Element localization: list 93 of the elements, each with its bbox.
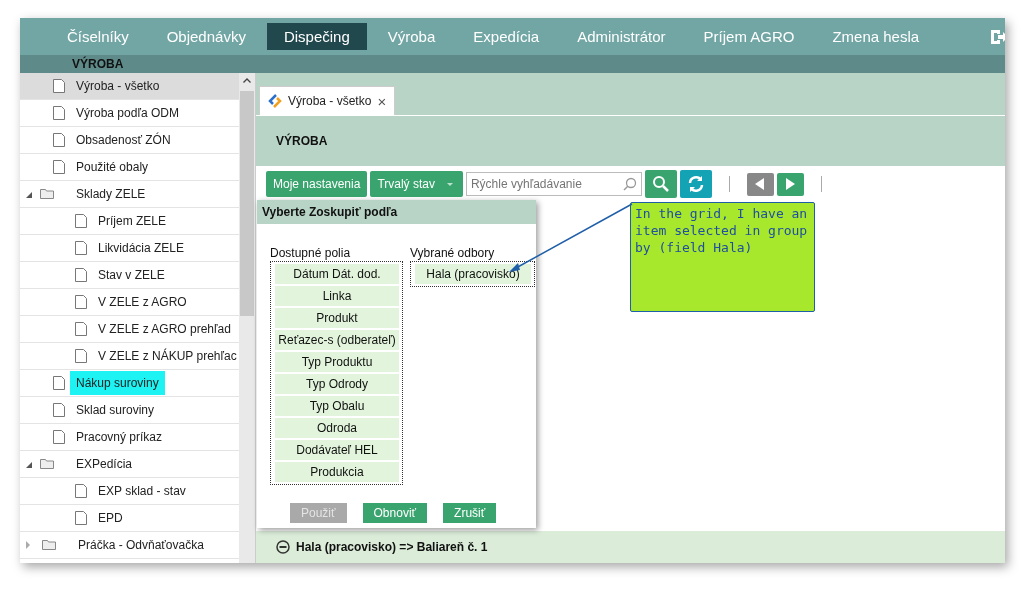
tree-item[interactable]: Pracovný príkaz bbox=[20, 424, 239, 451]
tree-item[interactable]: EXPedícia bbox=[20, 451, 239, 478]
field-item[interactable]: Typ Produktu bbox=[275, 352, 399, 372]
right-triangle-icon bbox=[785, 178, 796, 190]
field-item[interactable]: Dodávateľ HEL bbox=[275, 440, 399, 460]
field-item[interactable]: Dátum Dát. dod. bbox=[275, 264, 399, 284]
document-icon bbox=[75, 295, 87, 309]
tree-label: EXP sklad - stav bbox=[97, 483, 187, 500]
field-item[interactable]: Hala (pracovisko) bbox=[415, 264, 531, 284]
tree-item[interactable]: Sklad suroviny bbox=[20, 397, 239, 424]
group-row[interactable]: Hala (pracovisko) => Baliareň č. 1 bbox=[256, 531, 1005, 563]
folder-icon bbox=[40, 189, 54, 199]
tree-item[interactable]: EXP sklad - stav bbox=[20, 478, 239, 505]
expand-arrow-icon[interactable] bbox=[26, 192, 32, 198]
tree-item[interactable]: Výroba - všetko bbox=[20, 73, 239, 100]
magnifier-icon bbox=[651, 175, 670, 193]
tree-label: Výroba - všetko bbox=[75, 78, 161, 95]
search-field[interactable]: Rýchle vyhľadávanie bbox=[465, 172, 642, 196]
document-icon bbox=[75, 349, 87, 363]
folder-icon bbox=[42, 540, 56, 550]
column-label: Dostupné polia bbox=[270, 246, 352, 260]
field-item[interactable]: Produkt bbox=[275, 308, 399, 328]
refresh-button[interactable] bbox=[679, 170, 712, 198]
folder-icon bbox=[40, 459, 54, 469]
field-item[interactable]: Odroda bbox=[275, 418, 399, 438]
column-label: Vybrané odbory bbox=[410, 246, 496, 260]
field-item[interactable]: Reťazec-s (odberateľ) bbox=[275, 330, 399, 350]
document-icon bbox=[75, 511, 87, 525]
document-icon bbox=[53, 376, 65, 390]
tree-item[interactable]: Výroba podľa ODM bbox=[20, 100, 239, 127]
collapse-icon[interactable] bbox=[276, 540, 290, 554]
document-icon bbox=[53, 133, 65, 147]
tree-label: Výroba podľa ODM bbox=[75, 105, 180, 122]
tree-item[interactable]: Likvidácia ZELE bbox=[20, 235, 239, 262]
document-icon bbox=[53, 403, 65, 417]
tree-item[interactable]: Príjem ZELE bbox=[20, 208, 239, 235]
tree-label: EPD bbox=[97, 510, 124, 527]
tree-label: Obsadenosť ZÓN bbox=[75, 131, 172, 149]
tree-item[interactable]: V ZELE z NÁKUP prehľac bbox=[20, 343, 239, 370]
document-icon bbox=[53, 430, 65, 444]
tree-item[interactable]: Práčka - Odvňaťovačka bbox=[20, 532, 239, 559]
tree-item[interactable]: Stav v ZELE bbox=[20, 262, 239, 289]
tree-label: Práčka - Odvňaťovačka bbox=[77, 537, 205, 554]
tree-label: Likvidácia ZELE bbox=[97, 240, 186, 257]
callout-note: In the grid, I have an item selected in group by (field Hala) bbox=[630, 202, 815, 312]
field-item[interactable]: Typ Obalu bbox=[275, 396, 399, 416]
chevrons-icon bbox=[268, 94, 282, 108]
next-button[interactable] bbox=[776, 172, 804, 196]
tree-label: V ZELE z AGRO bbox=[97, 294, 188, 311]
search-button[interactable] bbox=[644, 170, 677, 198]
tree-label: Použité obaly bbox=[75, 159, 150, 176]
tab[interactable]: Výroba - všetko × bbox=[259, 86, 396, 115]
tree-item[interactable]: Použité obaly bbox=[20, 154, 239, 181]
document-icon bbox=[75, 322, 87, 336]
scroll-up-icon[interactable] bbox=[243, 78, 251, 83]
tree-label: V ZELE z NÁKUP prehľac bbox=[97, 347, 238, 365]
dialog-title: Vyberte Zoskupiť podľa bbox=[257, 200, 536, 224]
scrollbar-thumb[interactable] bbox=[240, 91, 254, 316]
tree-item[interactable]: Sklady ZELE bbox=[20, 181, 239, 208]
tree-label: Sklad suroviny bbox=[75, 402, 156, 419]
field-item[interactable]: Linka bbox=[275, 286, 399, 306]
tree-label: Stav v ZELE bbox=[97, 267, 166, 284]
close-icon[interactable]: × bbox=[377, 92, 387, 110]
tree-label: Pracovný príkaz bbox=[75, 429, 164, 446]
document-icon bbox=[53, 160, 65, 174]
previous-button[interactable] bbox=[746, 172, 774, 196]
document-icon bbox=[75, 268, 87, 282]
tree-item[interactable]: V ZELE z AGRO bbox=[20, 289, 239, 316]
field-item[interactable]: Typ Odrody bbox=[275, 374, 399, 394]
tree-label: V ZELE z AGRO prehľad bbox=[97, 321, 232, 338]
group-label: Hala (pracovisko) => Baliareň č. 1 bbox=[296, 540, 488, 554]
page-title: VÝROBA bbox=[276, 134, 328, 148]
tree-item[interactable]: EPD bbox=[20, 505, 239, 532]
document-icon bbox=[75, 484, 87, 498]
refresh-icon bbox=[686, 175, 705, 193]
expand-arrow-icon[interactable] bbox=[26, 462, 32, 468]
document-icon bbox=[75, 241, 87, 255]
document-icon bbox=[53, 79, 65, 93]
tree-item[interactable]: Obsadenosť ZÓN bbox=[20, 127, 239, 154]
tree-label: Príjem ZELE bbox=[97, 213, 167, 230]
tree-label: Sklady ZELE bbox=[75, 186, 147, 203]
tree-item[interactable]: V ZELE z AGRO prehľad bbox=[20, 316, 239, 343]
tree-label: EXPedícia bbox=[75, 456, 134, 473]
document-icon bbox=[53, 106, 65, 120]
document-icon bbox=[75, 214, 87, 228]
tree-label: Nákup suroviny bbox=[70, 371, 165, 395]
nav-tab[interactable]: Dispečing bbox=[266, 23, 367, 50]
search-icon bbox=[622, 177, 637, 191]
tree-item[interactable]: Nákup suroviny bbox=[20, 370, 239, 397]
field-item[interactable]: Produkcia bbox=[275, 462, 399, 482]
tab-label: Výroba - všetko bbox=[288, 94, 372, 108]
left-triangle-icon bbox=[755, 178, 766, 190]
section-title: VÝROBA bbox=[72, 57, 124, 71]
